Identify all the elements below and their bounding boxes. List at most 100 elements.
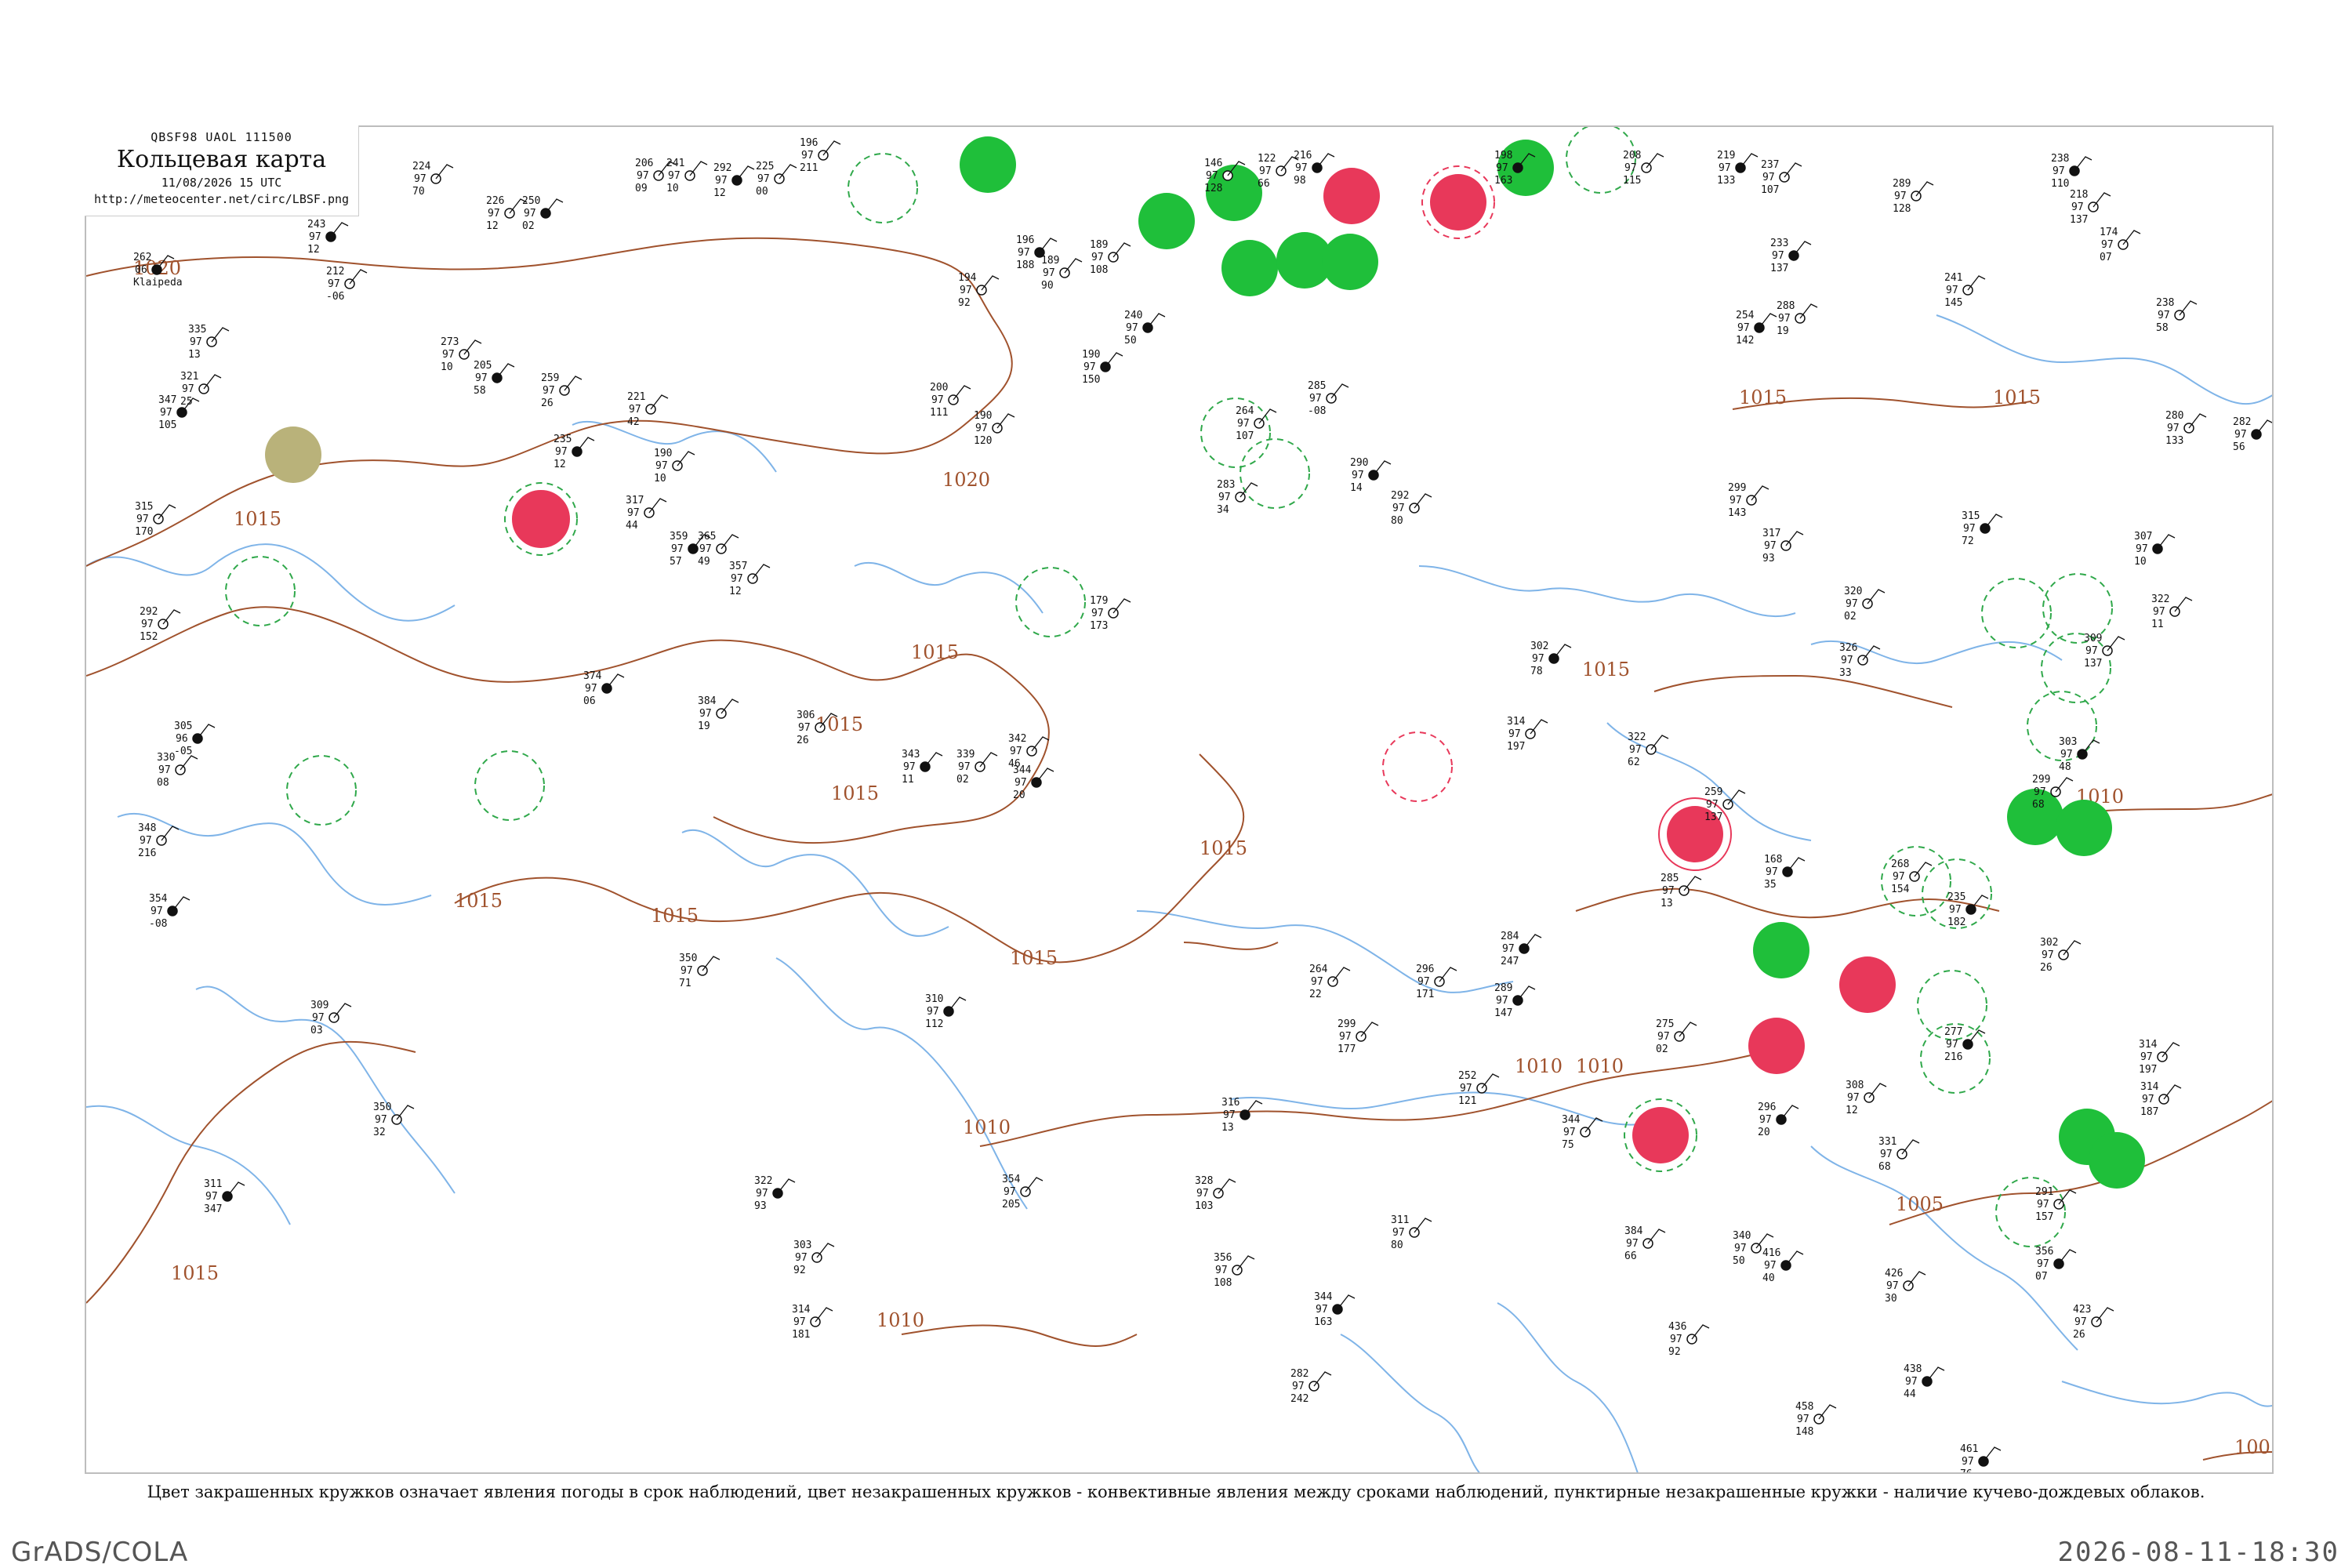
station-plot[interactable]: 1749707: [2100, 227, 2141, 263]
station-plot[interactable]: 35697108: [1214, 1252, 1255, 1289]
station-plot[interactable]: 29297152: [140, 606, 181, 643]
station-plot[interactable]: 19097120: [974, 410, 1015, 447]
shower-circle[interactable]: [2089, 1132, 2145, 1189]
station-plot[interactable]: 2649722: [1309, 964, 1351, 1000]
station-plot[interactable]: 23597182: [1947, 891, 1989, 928]
shower-circle[interactable]: [1753, 922, 1809, 978]
station-plot[interactable]: 3579712: [729, 561, 771, 597]
station-plot[interactable]: 4369792: [1668, 1321, 1710, 1358]
station-plot[interactable]: 3029778: [1530, 641, 1572, 677]
station-plot[interactable]: 21297-06: [326, 266, 368, 303]
station-plot[interactable]: 1949792: [958, 272, 1000, 309]
station-plot[interactable]: 2839734: [1217, 479, 1258, 516]
thunderstorm-circle[interactable]: [1748, 1018, 1805, 1074]
station-plot[interactable]: 19097150: [1082, 349, 1123, 386]
station-plot[interactable]: 34497163: [1314, 1291, 1356, 1328]
station-plot[interactable]: 23397137: [1770, 238, 1812, 274]
station-plot[interactable]: 2359712: [554, 434, 595, 470]
station-plot[interactable]: 3229793: [754, 1175, 796, 1212]
thunderstorm-circle[interactable]: [1839, 956, 1896, 1013]
station-plot[interactable]: 29997177: [1338, 1018, 1379, 1055]
station-plot[interactable]: 3359713: [188, 324, 230, 361]
station-plot[interactable]: 35497-08: [149, 893, 191, 930]
station-plot[interactable]: 2269712: [486, 195, 528, 232]
station-plot[interactable]: 3219725: [180, 371, 222, 408]
shower-circle[interactable]: [960, 136, 1016, 193]
thunderstorm-circle[interactable]: [1323, 168, 1380, 224]
station-plot[interactable]: 32897103: [1195, 1175, 1236, 1212]
station-plot[interactable]: 3119780: [1391, 1214, 1432, 1251]
station-plot[interactable]: 3079710: [2134, 531, 2176, 568]
station-plot[interactable]: 3229762: [1628, 731, 1669, 768]
station-plot[interactable]: 4239726: [2073, 1304, 2114, 1341]
station-plot[interactable]: 28997128: [1893, 178, 1934, 215]
station-plot[interactable]: 26897154: [1891, 858, 1933, 895]
shower-circle[interactable]: [2056, 800, 2112, 856]
station-plot[interactable]: 3179793: [1762, 528, 1804, 564]
station-plot[interactable]: 3399702: [956, 749, 998, 786]
station-plot[interactable]: 3169713: [1221, 1097, 1263, 1134]
station-plot[interactable]: 34897216: [138, 822, 180, 859]
station-plot[interactable]: 29997143: [1728, 482, 1769, 519]
station-plot[interactable]: 2599726: [541, 372, 583, 409]
station-plot[interactable]: 24197145: [1944, 272, 1986, 309]
station-plot[interactable]: 4389744: [1904, 1363, 1945, 1400]
station-plot[interactable]: 3319768: [1878, 1136, 1920, 1173]
station-plot[interactable]: 35497205: [1002, 1174, 1044, 1210]
station-plot[interactable]: 25497142: [1736, 310, 1777, 347]
station-plot[interactable]: 45897148: [1795, 1401, 1837, 1438]
station-plot[interactable]: 30997137: [2084, 633, 2125, 670]
station-plot[interactable]: 31097112: [925, 993, 967, 1030]
station-plot[interactable]: 3029726: [2040, 937, 2082, 974]
station-plot[interactable]: 3449720: [1013, 764, 1054, 801]
weather-map[interactable]: 1020102010151015101510151015101510151015…: [86, 127, 2274, 1474]
station-plot[interactable]: 34797105: [158, 394, 200, 431]
station-plot[interactable]: 1689735: [1764, 854, 1806, 891]
station-plot[interactable]: 28297242: [1290, 1368, 1332, 1405]
station-plot[interactable]: 31497181: [792, 1304, 833, 1341]
station-plot[interactable]: 31597170: [135, 501, 176, 538]
station-plot[interactable]: 2969720: [1758, 1102, 1799, 1138]
other-phenomenon-circle[interactable]: [265, 426, 321, 483]
station-plot[interactable]: 3569707: [2035, 1246, 2077, 1283]
station-plot[interactable]: 2929780: [1391, 490, 1432, 527]
station-plot[interactable]: 31197347: [204, 1178, 245, 1215]
station-plot[interactable]: 30596-05: [174, 720, 216, 757]
station-plot[interactable]: 3089712: [1846, 1080, 1887, 1116]
station-plot[interactable]: 27797216: [1944, 1026, 1986, 1063]
station-plot[interactable]: 25297121: [1458, 1070, 1500, 1107]
station-plot[interactable]: 23897110: [2051, 153, 2092, 190]
station-plot[interactable]: 2889719: [1777, 300, 1818, 337]
station-plot[interactable]: 28497247: [1501, 931, 1542, 967]
station-plot[interactable]: 2439712: [307, 219, 349, 256]
station-plot[interactable]: 21897137: [2070, 189, 2111, 226]
station-plot[interactable]: 4619776: [1960, 1443, 2002, 1474]
shower-circle[interactable]: [1138, 193, 1195, 249]
station-plot[interactable]: 29697171: [1416, 964, 1457, 1000]
station-plot[interactable]: 2759702: [1656, 1018, 1697, 1055]
station-plot[interactable]: 20897115: [1623, 150, 1664, 187]
station-plot[interactable]: 19697211: [800, 137, 841, 174]
station-plot[interactable]: 2929712: [713, 162, 755, 199]
station-plot[interactable]: 1909710: [654, 448, 695, 485]
thunderstorm-circle[interactable]: [512, 490, 570, 548]
station-plot[interactable]: 2419710: [666, 158, 708, 194]
station-plot[interactable]: 2409750: [1124, 310, 1166, 347]
station-plot[interactable]: 2909714: [1350, 457, 1392, 494]
station-plot[interactable]: 3179744: [626, 495, 667, 532]
station-plot[interactable]: 2249770: [412, 161, 454, 198]
station-plot[interactable]: 4269730: [1885, 1268, 1926, 1305]
station-plot[interactable]: 3309708: [157, 752, 198, 789]
station-plot[interactable]: 2059758: [474, 360, 515, 397]
station-plot[interactable]: 17997173: [1090, 595, 1131, 632]
station-plot[interactable]: 20097111: [930, 382, 971, 419]
station-plot[interactable]: 31497197: [1507, 716, 1548, 753]
station-plot[interactable]: 25997137: [1704, 786, 1746, 823]
thunderstorm-circle[interactable]: [1430, 174, 1486, 230]
station-plot[interactable]: 2509702: [522, 195, 564, 232]
station-plot[interactable]: 28097133: [2165, 410, 2207, 447]
shower-circle[interactable]: [1221, 240, 1278, 296]
station-plot[interactable]: 1899790: [1041, 255, 1083, 292]
station-plot[interactable]: 3099703: [310, 1000, 352, 1036]
station-plot[interactable]: 3159772: [1962, 510, 2003, 547]
